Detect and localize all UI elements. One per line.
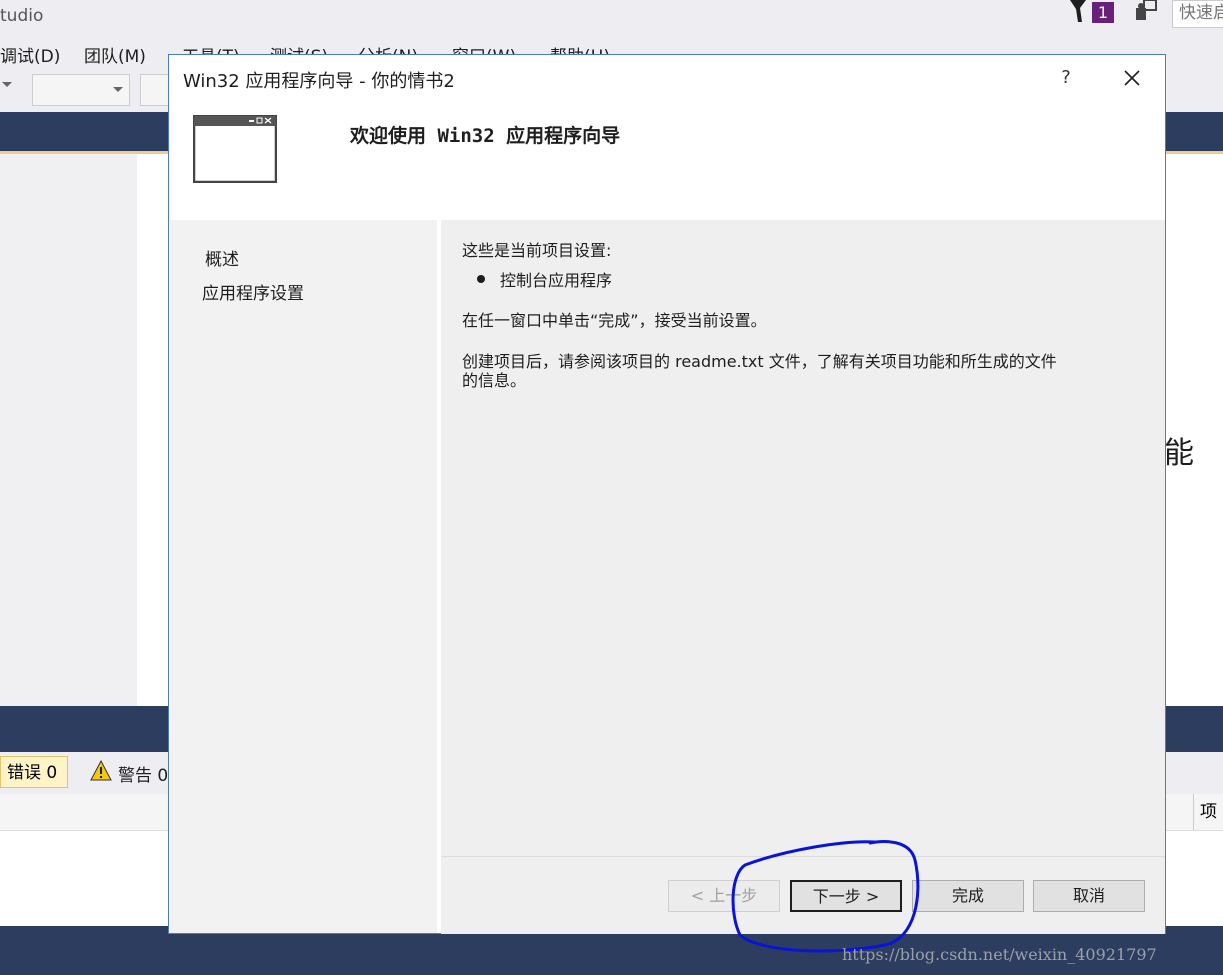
document-partial-text: 能	[1164, 436, 1194, 471]
sidebar-item-overview[interactable]: 概述	[205, 245, 239, 270]
solution-config-combo[interactable]	[32, 74, 130, 106]
notification-badge[interactable]: 1	[1092, 2, 1114, 23]
left-tool-pane	[0, 154, 137, 706]
app-titlebar	[0, 0, 1223, 38]
chevron-down-icon	[113, 87, 123, 92]
quick-launch-input[interactable]: 快速启	[1172, 0, 1223, 28]
readme-text-line1: 创建项目后，请参阅该项目的 readme.txt 文件，了解有关项目功能和所生成…	[462, 352, 1057, 371]
feedback-icon[interactable]	[1132, 0, 1158, 22]
errors-filter-button[interactable]: 错误 0	[0, 756, 68, 788]
cancel-button[interactable]: 取消	[1033, 880, 1145, 912]
readme-text-line2: 的信息。	[462, 371, 527, 390]
settings-intro: 这些是当前项目设置:	[462, 241, 612, 260]
bullet-icon	[477, 275, 485, 283]
annotation-circle	[731, 840, 920, 953]
watermark: https://blog.csdn.net/weixin_40921797	[842, 945, 1157, 964]
notification-flag-icon[interactable]	[1068, 0, 1088, 22]
sidebar-item-app-settings[interactable]: 应用程序设置	[202, 279, 304, 304]
help-button[interactable]: ?	[1055, 67, 1077, 88]
warning-icon	[90, 760, 112, 781]
menu-debug[interactable]: 调试(D)	[0, 42, 60, 67]
finish-hint: 在任一窗口中单击“完成”，接受当前设置。	[462, 311, 767, 330]
settings-item: 控制台应用程序	[500, 271, 613, 290]
warnings-filter-button[interactable]: 警告 0	[118, 761, 168, 786]
dialog-title: Win32 应用程序向导 - 你的情书2	[183, 71, 455, 92]
wizard-content: 这些是当前项目设置: 控制台应用程序 在任一窗口中单击“完成”，接受当前设置。 …	[441, 220, 1165, 856]
column-header-project[interactable]: 项目	[1193, 794, 1223, 858]
chevron-down-icon[interactable]	[2, 82, 12, 87]
wizard-sidebar: 概述 应用程序设置	[170, 220, 437, 933]
menu-team[interactable]: 团队(M)	[84, 42, 146, 67]
app-title: tudio	[0, 6, 44, 26]
close-icon[interactable]	[1119, 65, 1145, 91]
window-icon	[193, 115, 277, 183]
wizard-dialog: Win32 应用程序向导 - 你的情书2 ? 欢迎使用 Win32 应用程序向导…	[168, 54, 1166, 934]
wizard-heading: 欢迎使用 Win32 应用程序向导	[350, 125, 621, 147]
